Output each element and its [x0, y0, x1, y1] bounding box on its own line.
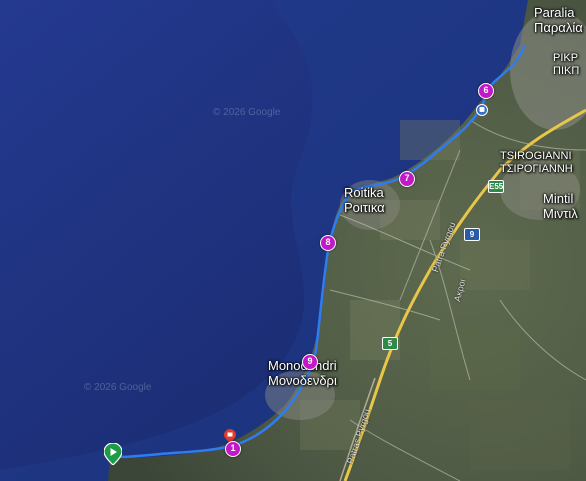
waypoint-9[interactable]: 9	[302, 354, 318, 370]
train-station-icon[interactable]	[476, 104, 488, 116]
map-watermark: © 2026 Google	[84, 382, 152, 393]
road-shield-5: 5	[382, 337, 398, 350]
road-shield-9: 9	[464, 228, 480, 241]
place-label-tsirogianni: TSIROGIANNI ΤΣΙΡΟΓΙΑΝΝΗ	[500, 150, 573, 175]
start-marker[interactable]	[104, 443, 122, 465]
place-label-pikp: ΡΙΚΡ ΠΙΚΠ	[553, 52, 580, 77]
place-label-roitika: Roitika Ροιτικα	[344, 185, 385, 215]
map-base	[0, 0, 586, 481]
map-view[interactable]: © 2026 Google © 2026 Google Paralia Παρα…	[0, 0, 586, 481]
place-label-mintil: Mintil Μιντιλ	[543, 191, 578, 221]
waypoint-7[interactable]: 7	[399, 171, 415, 187]
waypoint-1[interactable]: 1	[225, 441, 241, 457]
road-shield-e55: E55	[488, 180, 504, 193]
place-label-paralia: Paralia Παραλία	[534, 5, 583, 35]
waypoint-8[interactable]: 8	[320, 235, 336, 251]
map-watermark: © 2026 Google	[213, 107, 281, 118]
waypoint-6[interactable]: 6	[478, 83, 494, 99]
